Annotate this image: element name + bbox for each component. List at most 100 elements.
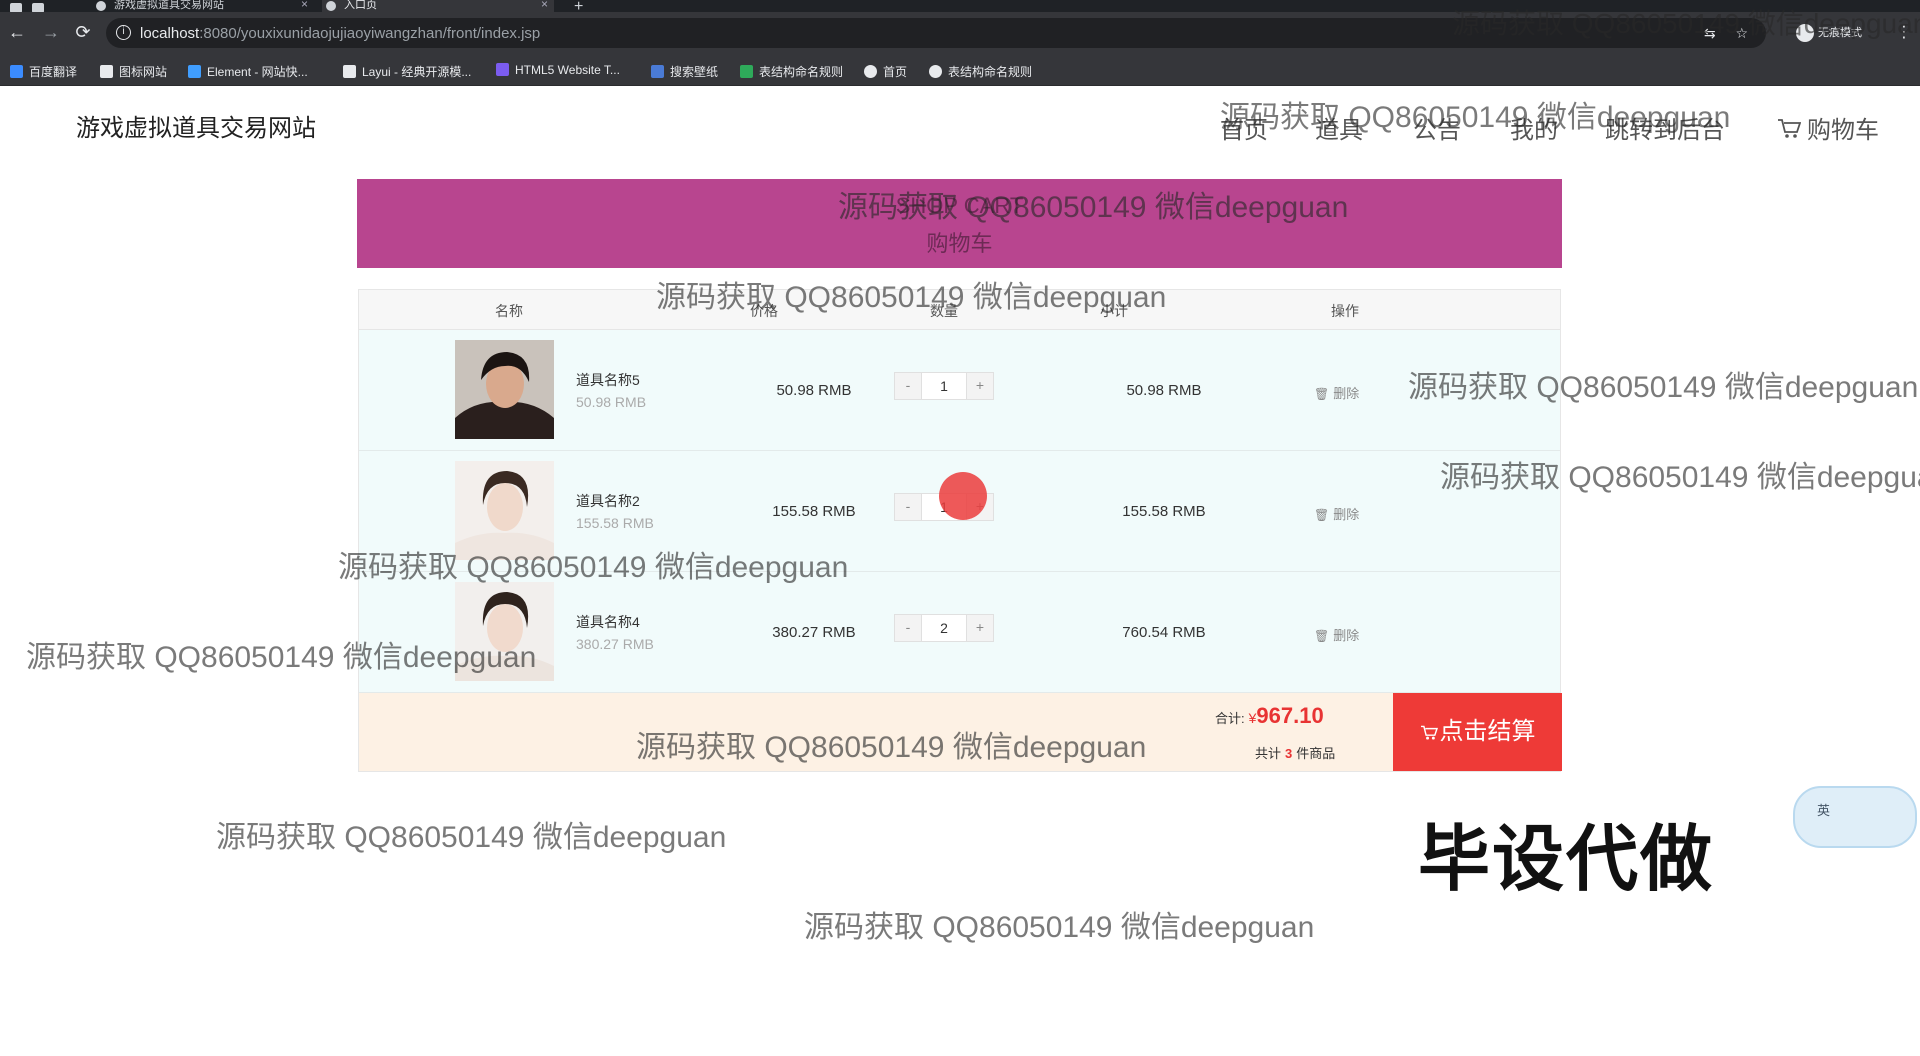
browser-tab-entry[interactable]: 入口页 ×: [322, 0, 554, 12]
incognito-icon: [1796, 24, 1814, 43]
product-image[interactable]: [455, 340, 554, 439]
total-amount: 967.10: [1256, 703, 1324, 728]
checkout-button[interactable]: 点击结算: [1393, 693, 1562, 771]
tab-favicon-icon: [96, 1, 106, 11]
browser-tab-site[interactable]: 游戏虚拟道具交易网站 ×: [92, 0, 314, 12]
nav-admin[interactable]: 跳转到后台: [1605, 110, 1725, 145]
bookmark-item[interactable]: 搜索壁纸: [651, 63, 718, 80]
product-image[interactable]: [455, 582, 554, 681]
bookmark-item[interactable]: Layui - 经典开源模...: [343, 63, 471, 80]
decrease-button[interactable]: -: [894, 614, 922, 642]
product-name[interactable]: 道具名称5: [576, 370, 640, 390]
delete-button[interactable]: 🗑 删除: [1314, 625, 1359, 644]
trash-icon: 🗑: [1314, 387, 1330, 401]
tab-close-icon[interactable]: ×: [541, 0, 548, 10]
nav-home[interactable]: 首页: [1220, 110, 1268, 145]
bookmark-favicon-icon: [100, 65, 113, 78]
cart-row: 道具名称5 50.98 RMB 50.98 RMB - 1 + 50.98 RM…: [359, 330, 1560, 451]
cart-table: 名称 价格 数量 小计 操作 道具名称5 50.98 RMB 50.98 RMB…: [358, 289, 1562, 772]
quantity-stepper: - 2 +: [894, 614, 994, 642]
increase-button[interactable]: +: [966, 614, 994, 642]
window-icons: [10, 0, 80, 13]
trash-icon: 🗑: [1314, 508, 1330, 522]
reload-icon[interactable]: ⟳: [72, 22, 94, 43]
nav-cart-label: 购物车: [1807, 117, 1879, 144]
bookmark-item[interactable]: 表结构命名规则: [740, 63, 843, 80]
overlay-label: 毕设代做: [1418, 820, 1715, 900]
page-banner: SHOP CART 购物车: [357, 179, 1562, 268]
product-name[interactable]: 道具名称4: [576, 612, 640, 632]
url-actions: ⇆ ☆: [1688, 25, 1748, 42]
total-label: 合计:: [1215, 711, 1245, 726]
nav-notices[interactable]: 公告: [1413, 110, 1461, 145]
nav-cart[interactable]: 购物车: [1777, 110, 1879, 145]
bookmark-favicon-icon: [740, 65, 753, 78]
cart-footer: 合计: ¥967.10 共计 3 件商品 点击结算: [359, 693, 1562, 771]
tab-title: 游戏虚拟道具交易网站: [114, 0, 224, 11]
product-name[interactable]: 道具名称2: [576, 491, 640, 511]
bookmark-item[interactable]: Element - 网站快...: [188, 63, 308, 80]
url-text[interactable]: localhost:8080/youxixunidaojujiaoyiwangz…: [140, 25, 540, 42]
increase-button[interactable]: +: [966, 372, 994, 400]
quantity-stepper: - 1 +: [894, 372, 994, 400]
header-quantity: 数量: [930, 303, 958, 319]
bookmark-favicon-icon: [651, 65, 664, 78]
total-line: 合计: ¥967.10: [1215, 703, 1324, 729]
translate-icon[interactable]: ⇆: [1704, 25, 1716, 41]
header-name: 名称: [495, 303, 523, 319]
bookmark-item[interactable]: 表结构命名规则: [929, 63, 1032, 80]
item-count: 共计 3 件商品: [1255, 743, 1335, 762]
watermark: 源码获取 QQ86050149 微信deepguan: [216, 821, 727, 854]
trash-icon: 🗑: [1314, 629, 1330, 643]
bookmark-item[interactable]: 首页: [864, 63, 907, 80]
nav-mine[interactable]: 我的: [1510, 110, 1558, 145]
bookmark-favicon-icon: [10, 65, 23, 78]
address-bar[interactable]: i localhost:8080/youxixunidaojujiaoyiwan…: [106, 18, 1766, 48]
bookmark-label: 百度翻译: [29, 65, 78, 79]
bookmark-favicon-icon: [496, 63, 509, 76]
product-image[interactable]: [455, 461, 554, 560]
watermark: 源码获取 QQ86050149 微信deepguan: [804, 911, 1315, 944]
tab-title: 入口页: [344, 0, 377, 11]
header-subtotal: 小计: [1100, 303, 1128, 319]
back-icon[interactable]: ←: [6, 22, 28, 43]
bookmark-label: 图标网站: [119, 65, 168, 79]
delete-button[interactable]: 🗑 删除: [1314, 504, 1359, 523]
price: 50.98 RMB: [776, 382, 852, 399]
cart-row: 道具名称4 380.27 RMB 380.27 RMB - 2 + 760.54…: [359, 572, 1560, 693]
bookmark-favicon-icon: [188, 65, 201, 78]
incognito-indicator[interactable]: 无痕模式: [1796, 24, 1862, 43]
bookmark-favicon-icon: [929, 65, 942, 78]
cart-icon: [1778, 119, 1802, 138]
subtotal: 50.98 RMB: [1126, 382, 1202, 399]
bookmark-item[interactable]: HTML5 Website T...: [496, 63, 620, 77]
delete-button[interactable]: 🗑 删除: [1314, 383, 1359, 402]
banner-subtitle: 购物车: [926, 231, 993, 256]
click-indicator: [939, 472, 987, 520]
incognito-label: 无痕模式: [1818, 27, 1862, 39]
bookmark-label: Element - 网站快...: [207, 65, 308, 79]
tab-close-icon[interactable]: ×: [301, 0, 308, 10]
product-unit-price: 155.58 RMB: [576, 515, 654, 531]
site-title[interactable]: 游戏虚拟道具交易网站: [76, 108, 316, 143]
count-prefix: 共计: [1255, 746, 1282, 761]
browser-menu-icon[interactable]: ⋮: [1896, 22, 1912, 42]
browser-toolbar: ← → ⟳ i localhost:8080/youxixunidaojujia…: [0, 12, 1920, 54]
forward-icon[interactable]: →: [40, 22, 62, 43]
bookmark-item[interactable]: 图标网站: [100, 63, 167, 80]
checkout-label: 点击结算: [1439, 718, 1536, 745]
decrease-button[interactable]: -: [894, 493, 922, 521]
quantity-input[interactable]: 2: [922, 614, 966, 642]
bookmark-star-icon[interactable]: ☆: [1735, 25, 1748, 41]
url-path: :8080/youxixunidaojujiaoyiwangzhan/front…: [199, 25, 541, 42]
site-info-icon[interactable]: i: [116, 25, 131, 40]
bookmarks-bar: 百度翻译 图标网站 Element - 网站快... Layui - 经典开源模…: [0, 54, 1920, 86]
nav-items[interactable]: 道具: [1315, 110, 1363, 145]
widget-label: 英: [1817, 803, 1831, 818]
bookmark-label: Layui - 经典开源模...: [362, 65, 472, 79]
floating-widget[interactable]: 英: [1793, 786, 1917, 848]
decrease-button[interactable]: -: [894, 372, 922, 400]
bookmark-item[interactable]: 百度翻译: [10, 63, 77, 80]
quantity-input[interactable]: 1: [922, 372, 966, 400]
browser-tab-strip: 游戏虚拟道具交易网站 × 入口页 × +: [0, 0, 1920, 15]
